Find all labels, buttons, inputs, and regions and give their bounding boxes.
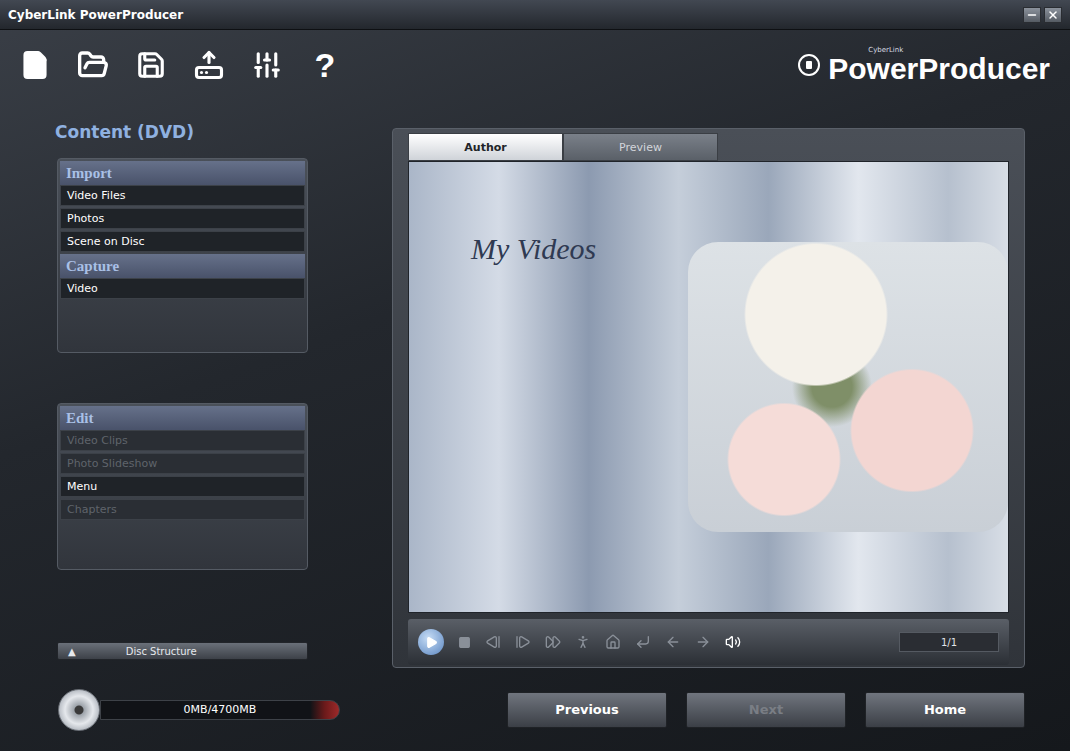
- main-area: Content (DVD) ImportVideo FilesPhotosScen…: [0, 110, 1070, 668]
- logo-mark-icon: [798, 54, 820, 76]
- preview-panel: AuthorPreview My Videos 1/1: [392, 128, 1025, 668]
- stop-icon: [458, 636, 471, 649]
- open-button[interactable]: [76, 48, 110, 82]
- nav-button: Next: [686, 692, 846, 728]
- toolbar: ? CyberLinkPowerProducer: [0, 30, 1070, 110]
- group-header: Edit: [60, 406, 305, 430]
- help-glyph: ?: [315, 48, 336, 82]
- app-window: CyberLink PowerProducer? CyberLinkPowerPr…: [0, 0, 1070, 751]
- save-button[interactable]: [134, 48, 168, 82]
- menu-home-button[interactable]: [605, 634, 621, 650]
- disc-usage-bar: 0MB/4700MB: [100, 700, 340, 720]
- step-forward-icon: [515, 634, 531, 650]
- sidebar: Content (DVD) ImportVideo FilesPhotosScen…: [57, 110, 308, 668]
- import-box: ImportVideo FilesPhotosScene on DiscCapt…: [57, 158, 308, 353]
- settings-icon: [252, 50, 282, 80]
- house-icon: [605, 634, 621, 650]
- group-header: Capture: [60, 254, 305, 278]
- person-icon: [575, 634, 591, 650]
- close-icon: [1047, 9, 1059, 21]
- volume-button[interactable]: [725, 634, 741, 650]
- bottom-bar: 0MB/4700MB Previous Next Home: [0, 668, 1070, 751]
- player-controls: 1/1: [408, 619, 1009, 665]
- new-button[interactable]: [18, 48, 52, 82]
- menu-preview: My Videos: [408, 161, 1009, 613]
- menu-background-image: [688, 242, 1008, 532]
- fast-forward-icon: [545, 634, 561, 650]
- left-button[interactable]: [665, 634, 681, 650]
- group-header: Import: [60, 161, 305, 185]
- nav-buttons: Previous Next Home: [507, 692, 1025, 728]
- logo-text: CyberLinkPowerProducer: [828, 47, 1050, 84]
- sidebar-title: Content (DVD): [55, 122, 308, 142]
- tool-group: ?: [18, 48, 342, 82]
- help-button[interactable]: ?: [308, 48, 342, 82]
- tab[interactable]: Author: [408, 133, 563, 161]
- menu-title-area: My Videos: [409, 162, 688, 612]
- settings-button[interactable]: [250, 48, 284, 82]
- tab-row: AuthorPreview: [408, 133, 1009, 161]
- stop-button[interactable]: [458, 636, 471, 649]
- disc-icon: [58, 689, 100, 731]
- previous-frame-button[interactable]: [485, 634, 501, 650]
- disc-structure-button[interactable]: ▲ Disc Structure: [57, 642, 308, 660]
- sidebar-item[interactable]: Video Files: [60, 185, 305, 206]
- sidebar-item[interactable]: Video: [60, 278, 305, 299]
- play-icon: [425, 636, 438, 649]
- window-title: CyberLink PowerProducer: [8, 8, 183, 22]
- sidebar-item[interactable]: Scene on Disc: [60, 231, 305, 252]
- step-back-icon: [485, 634, 501, 650]
- sidebar-item: Chapters: [60, 499, 305, 520]
- folder-icon: [77, 49, 109, 81]
- play-button[interactable]: [418, 629, 444, 655]
- fast-forward-button[interactable]: [545, 634, 561, 650]
- arrow-left-icon: [665, 634, 681, 650]
- disc-structure-label: Disc Structure: [126, 646, 197, 657]
- logo-name: PowerProducer: [828, 54, 1050, 84]
- save-icon: [136, 50, 166, 80]
- title-bar: CyberLink PowerProducer: [0, 0, 1070, 30]
- sidebar-item[interactable]: Photos: [60, 208, 305, 229]
- export-button[interactable]: [192, 48, 226, 82]
- volume-icon: [725, 634, 741, 650]
- nav-button[interactable]: Home: [865, 692, 1025, 728]
- window-controls: [1023, 7, 1062, 23]
- export-icon: [194, 50, 224, 80]
- logo: CyberLinkPowerProducer: [798, 47, 1050, 84]
- tab[interactable]: Preview: [563, 133, 718, 161]
- menu-title[interactable]: My Videos: [471, 232, 688, 266]
- walk-button[interactable]: [575, 634, 591, 650]
- logo-brand: CyberLink: [868, 47, 1050, 54]
- sidebar-item[interactable]: Menu: [60, 476, 305, 497]
- nav-button[interactable]: Previous: [507, 692, 667, 728]
- return-icon: [635, 634, 651, 650]
- page-indicator: 1/1: [899, 632, 999, 652]
- next-frame-button[interactable]: [515, 634, 531, 650]
- close-button[interactable]: [1044, 7, 1062, 23]
- edit-box: EditVideo ClipsPhoto SlideshowMenuChapte…: [57, 403, 308, 570]
- sidebar-item: Video Clips: [60, 430, 305, 451]
- arrow-right-icon: [695, 634, 711, 650]
- minimize-button[interactable]: [1023, 7, 1041, 23]
- sidebar-item: Photo Slideshow: [60, 453, 305, 474]
- right-button[interactable]: [695, 634, 711, 650]
- new-file-icon: [20, 50, 50, 80]
- minimize-icon: [1026, 9, 1038, 21]
- arrow-up-icon: ▲: [68, 646, 76, 657]
- return-button[interactable]: [635, 634, 651, 650]
- disc-usage-text: 0MB/4700MB: [184, 703, 257, 716]
